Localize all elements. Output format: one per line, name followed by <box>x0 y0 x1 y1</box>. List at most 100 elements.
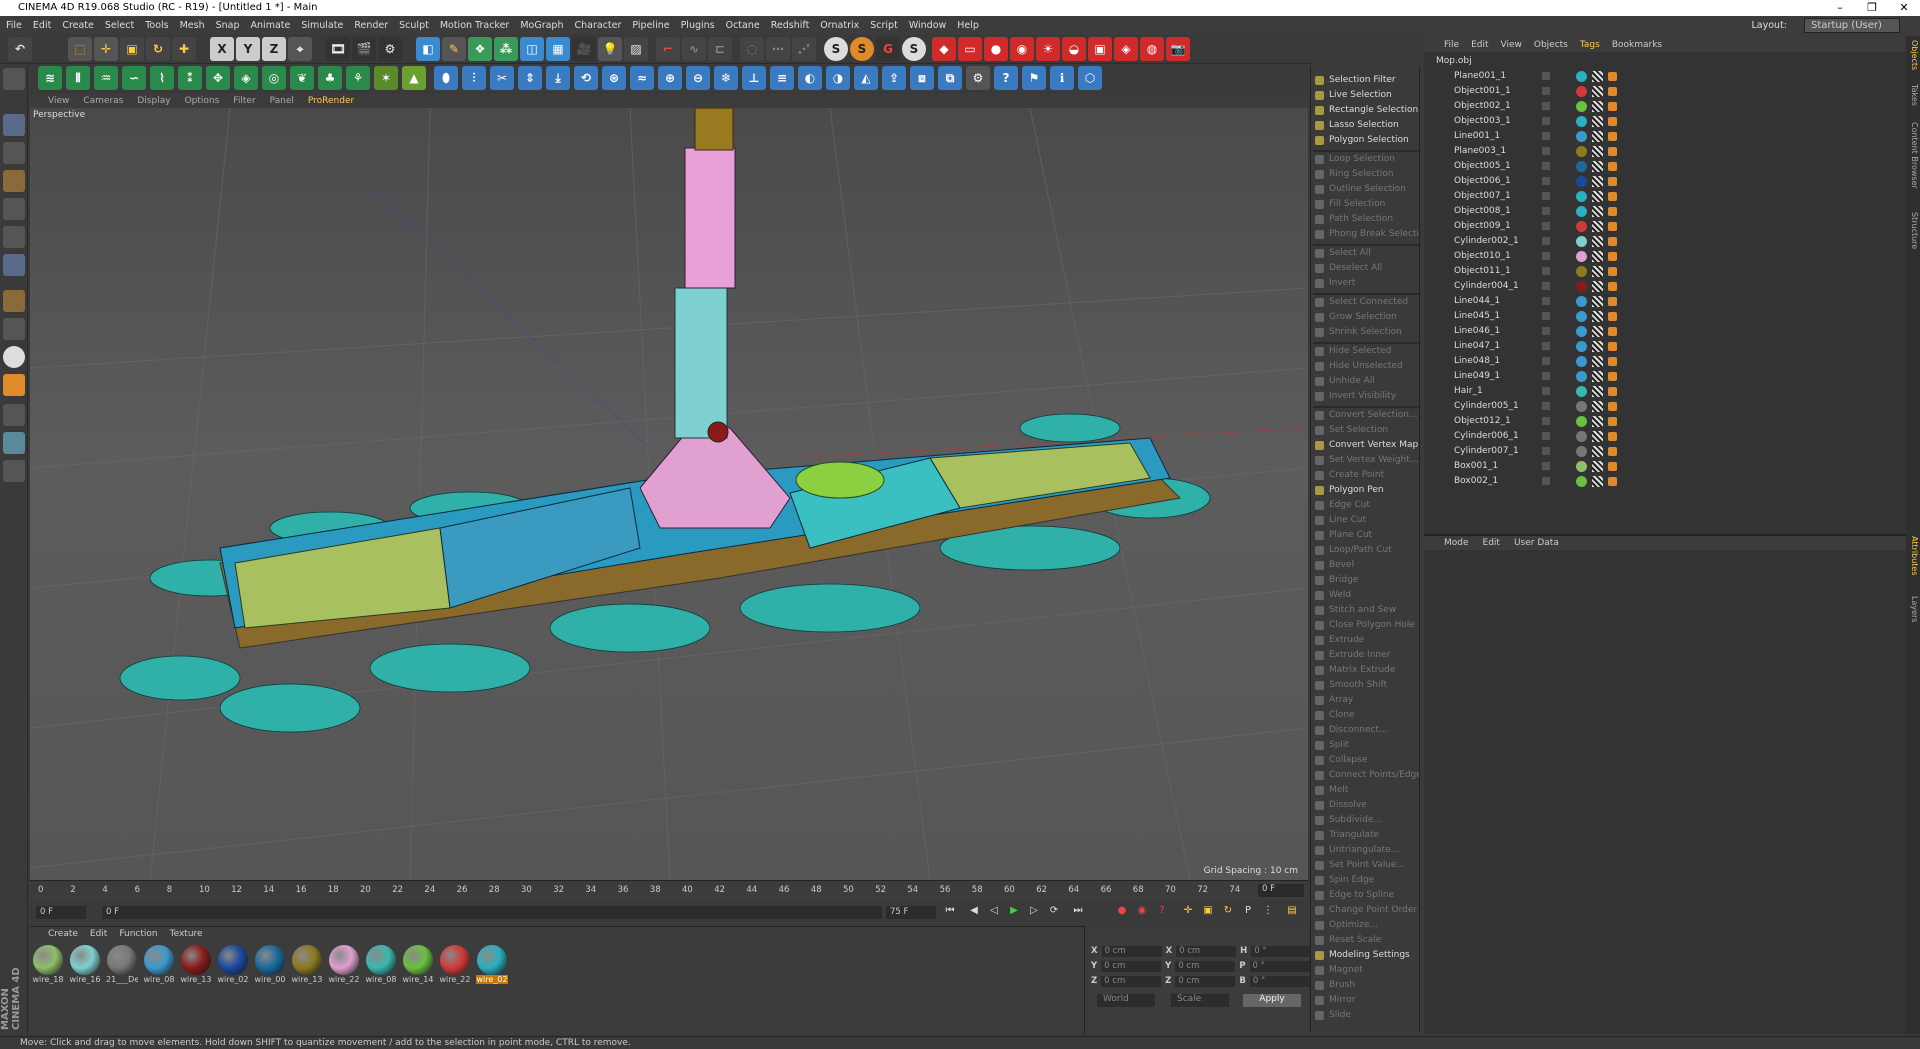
command-collapse[interactable]: Collapse <box>1313 754 1419 767</box>
ornatrix-render-icon[interactable]: ◑ <box>826 66 850 90</box>
command-magnet[interactable]: Magnet <box>1313 964 1419 977</box>
array-icon[interactable]: ⁂ <box>494 37 518 61</box>
object-row[interactable]: Line044_1 <box>1424 294 1906 309</box>
command-hide-unselected[interactable]: Hide Unselected <box>1313 360 1419 373</box>
material-swatch[interactable]: wire_13 <box>180 945 212 984</box>
ornatrix-baked-icon[interactable]: ⧈ <box>910 66 934 90</box>
obj-menu-edit[interactable]: Edit <box>1471 40 1488 50</box>
texture-tag-icon[interactable] <box>1592 191 1603 202</box>
visibility-toggle[interactable] <box>1542 87 1550 95</box>
ornatrix-clump-icon[interactable]: ⁑ <box>178 66 202 90</box>
redshift-g-icon[interactable]: G <box>876 37 900 61</box>
command-deselect-all[interactable]: Deselect All <box>1313 262 1419 275</box>
ornatrix-sphere-icon[interactable]: ◎ <box>262 66 286 90</box>
command-extrude-inner[interactable]: Extrude Inner <box>1313 649 1419 662</box>
ornatrix-gravity-icon[interactable]: ⤓ <box>546 66 570 90</box>
command-phong-break-selection[interactable]: Phong Break Selection <box>1313 228 1419 241</box>
object-row[interactable]: Cylinder004_1 <box>1424 279 1906 294</box>
object-row[interactable]: Object005_1 <box>1424 159 1906 174</box>
z-axis-icon[interactable]: Z <box>262 37 286 61</box>
command-mirror[interactable]: Mirror <box>1313 994 1419 1007</box>
visibility-toggle[interactable] <box>1542 282 1550 290</box>
redshift-area-light-icon[interactable]: ◉ <box>1010 37 1034 61</box>
size-z-field[interactable]: 0 cm <box>1175 976 1236 987</box>
phong-tag-icon[interactable] <box>1608 417 1617 426</box>
texture-tag-icon[interactable] <box>1592 371 1603 382</box>
menu-sculpt[interactable]: Sculpt <box>399 20 429 31</box>
phong-tag-icon[interactable] <box>1608 177 1617 186</box>
material-tag-icon[interactable] <box>1576 281 1587 292</box>
command-split[interactable]: Split <box>1313 739 1419 752</box>
material-swatch[interactable]: wire_18 <box>32 945 64 984</box>
object-row[interactable]: Line045_1 <box>1424 309 1906 324</box>
redshift-s-icon[interactable]: S <box>902 37 926 61</box>
viewport-menu-filter[interactable]: Filter <box>233 96 255 106</box>
command-set-point-value[interactable]: Set Point Value... <box>1313 859 1419 872</box>
command-melt[interactable]: Melt <box>1313 784 1419 797</box>
autokey-icon[interactable]: ◉ <box>1134 905 1150 921</box>
rotate-tool-icon[interactable]: ↻ <box>146 37 170 61</box>
material-tag-icon[interactable] <box>1576 431 1587 442</box>
visibility-toggle[interactable] <box>1542 117 1550 125</box>
redshift-proxy-icon[interactable]: ◈ <box>1114 37 1138 61</box>
command-grow-selection[interactable]: Grow Selection <box>1313 311 1419 324</box>
visibility-toggle[interactable] <box>1542 147 1550 155</box>
workplane-mode-icon[interactable] <box>3 170 25 192</box>
rot-p-field[interactable]: 0 ° <box>1249 961 1310 972</box>
obj-menu-view[interactable]: View <box>1501 40 1522 50</box>
close-button[interactable]: ✕ <box>1888 0 1920 16</box>
obj-menu-file[interactable]: File <box>1444 40 1459 50</box>
texture-tag-icon[interactable] <box>1592 431 1603 442</box>
phong-tag-icon[interactable] <box>1608 222 1617 231</box>
texture-tag-icon[interactable] <box>1592 146 1603 157</box>
command-live-selection[interactable]: Live Selection <box>1313 89 1419 102</box>
command-loop-selection[interactable]: Loop Selection <box>1313 153 1419 166</box>
ornatrix-cut-icon[interactable]: ✂ <box>490 66 514 90</box>
object-row[interactable]: Cylinder006_1 <box>1424 429 1906 444</box>
object-row[interactable]: Plane003_1 <box>1424 144 1906 159</box>
menu-file[interactable]: File <box>6 20 22 31</box>
command-select-connected[interactable]: Select Connected <box>1313 296 1419 309</box>
ornatrix-guides-icon[interactable]: ⦀ <box>66 66 90 90</box>
command-connect-points-edges[interactable]: Connect Points/Edges <box>1313 769 1419 782</box>
visibility-toggle[interactable] <box>1542 102 1550 110</box>
phong-tag-icon[interactable] <box>1608 237 1617 246</box>
material-tag-icon[interactable] <box>1576 296 1587 307</box>
ornatrix-info-icon[interactable]: ℹ <box>1050 66 1074 90</box>
viewport-solo-icon[interactable] <box>3 460 25 482</box>
ornatrix-attach-icon[interactable]: ⊕ <box>658 66 682 90</box>
menu-octane[interactable]: Octane <box>726 20 760 31</box>
visibility-toggle[interactable] <box>1542 222 1550 230</box>
command-rectangle-selection[interactable]: Rectangle Selection <box>1313 104 1419 117</box>
script-s-icon[interactable]: S <box>824 37 848 61</box>
mat-menu-function[interactable]: Function <box>119 929 157 939</box>
texture-tag-icon[interactable] <box>1592 161 1603 172</box>
command-fill-selection[interactable]: Fill Selection <box>1313 198 1419 211</box>
material-swatch[interactable]: wire_14 <box>402 945 434 984</box>
redshift-light-icon[interactable]: ● <box>984 37 1008 61</box>
texture-tag-icon[interactable] <box>1592 326 1603 337</box>
object-row[interactable]: Box002_1 <box>1424 474 1906 489</box>
visibility-toggle[interactable] <box>1542 237 1550 245</box>
phong-tag-icon[interactable] <box>1608 72 1617 81</box>
command-invert[interactable]: Invert <box>1313 277 1419 290</box>
timeline-ruler[interactable]: 0 2 4 6 8 10 12 14 16 18 20 22 24 26 28 30 32 34 36 38 40 42 4… <box>38 883 1268 897</box>
command-outline-selection[interactable]: Outline Selection <box>1313 183 1419 196</box>
command-dissolve[interactable]: Dissolve <box>1313 799 1419 812</box>
mat-menu-texture[interactable]: Texture <box>170 929 203 939</box>
object-row[interactable]: Cylinder002_1 <box>1424 234 1906 249</box>
side-tab-content-browser[interactable]: Content Browser <box>1907 122 1919 189</box>
keyframe-selection-icon[interactable]: ? <box>1154 905 1170 921</box>
camera-icon[interactable]: 🎥 <box>572 37 596 61</box>
command-hide-selected[interactable]: Hide Selected <box>1313 345 1419 358</box>
command-invert-visibility[interactable]: Invert Visibility <box>1313 390 1419 403</box>
pos-y-field[interactable]: 0 cm <box>1101 961 1162 972</box>
texture-tag-icon[interactable] <box>1592 461 1603 472</box>
render-settings-icon[interactable]: ⚙ <box>378 37 402 61</box>
sculpt-mode-icon[interactable] <box>3 374 25 396</box>
command-line-cut[interactable]: Line Cut <box>1313 514 1419 527</box>
point-level-icon[interactable]: ⋮ <box>1260 905 1276 921</box>
command-optimize[interactable]: Optimize... <box>1313 919 1419 932</box>
next-frame-icon[interactable]: ▷ <box>1026 905 1042 921</box>
visibility-toggle[interactable] <box>1542 312 1550 320</box>
